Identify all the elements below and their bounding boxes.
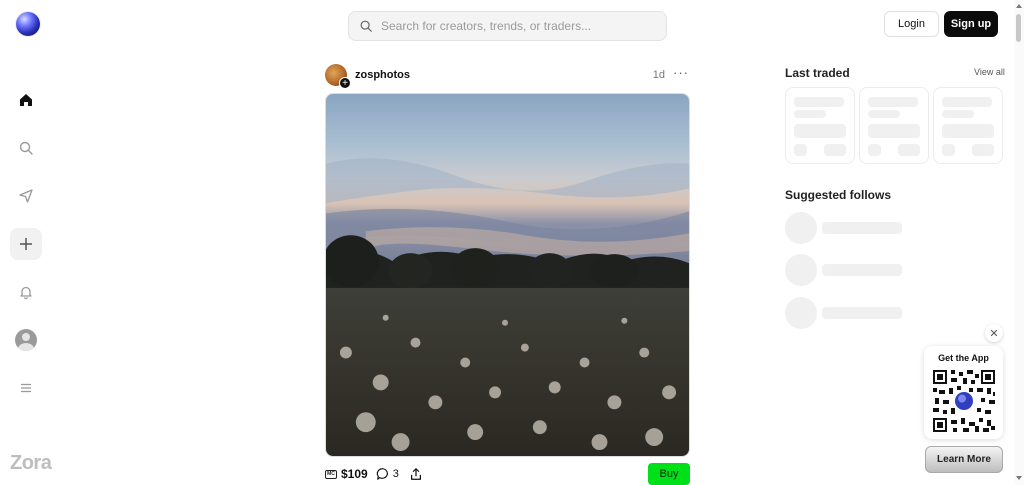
scroll-up-arrow-icon[interactable] (1016, 4, 1022, 8)
skeleton-line (942, 110, 974, 118)
search-icon (19, 141, 33, 155)
skeleton-line (794, 144, 807, 156)
login-button[interactable]: Login (884, 11, 939, 37)
skeleton-line (794, 97, 844, 107)
plus-icon (20, 238, 32, 250)
sunset-meadow-photo (326, 94, 689, 456)
skeleton-avatar (785, 212, 817, 244)
post-footer: MC $109 3 Buy (325, 463, 690, 485)
learn-more-button[interactable]: Learn More (925, 446, 1003, 473)
suggested-follow-row[interactable] (785, 254, 905, 286)
creator-avatar[interactable]: + (325, 64, 351, 89)
nav-messages[interactable] (10, 180, 42, 212)
skeleton-line (794, 110, 826, 118)
follow-plus-icon[interactable]: + (339, 77, 351, 89)
left-nav (10, 84, 44, 420)
last-traded-card[interactable] (785, 87, 855, 164)
nav-menu[interactable] (10, 372, 42, 404)
skeleton-line (942, 97, 992, 107)
suggested-follows-title: Suggested follows (785, 188, 892, 202)
brand-wordmark: Zora (10, 452, 52, 474)
nav-profile[interactable] (10, 324, 42, 356)
share-icon[interactable] (409, 467, 423, 481)
close-icon[interactable]: ✕ (985, 324, 1003, 342)
comment-count: 3 (392, 468, 399, 480)
get-app-card[interactable]: Get the App (924, 346, 1003, 439)
suggested-follow-row[interactable] (785, 212, 905, 244)
view-all-link[interactable]: View all (974, 67, 1005, 77)
search-icon (360, 20, 372, 32)
scroll-thumb[interactable] (1016, 14, 1021, 42)
skeleton-line (822, 307, 902, 319)
market-cap-icon: MC (325, 469, 337, 479)
scroll-down-arrow-icon[interactable] (1016, 476, 1022, 480)
skeleton-line (822, 222, 902, 234)
nav-notifications[interactable] (10, 276, 42, 308)
send-icon (19, 189, 33, 203)
nav-search[interactable] (10, 132, 42, 164)
skeleton-line (868, 124, 920, 138)
signup-button[interactable]: Sign up (944, 11, 998, 37)
creator-username[interactable]: zosphotos (355, 69, 410, 81)
bell-icon (20, 286, 32, 300)
skeleton-line (898, 144, 920, 156)
more-options-icon[interactable]: ··· (673, 66, 689, 82)
skeleton-line (822, 264, 902, 276)
suggested-follow-row[interactable] (785, 297, 905, 329)
post-image[interactable] (325, 93, 690, 457)
search-bar[interactable] (348, 11, 667, 41)
page-scrollbar[interactable] (1014, 0, 1024, 485)
nav-home[interactable] (10, 84, 42, 116)
skeleton-line (942, 124, 994, 138)
market-cap-value: $109 (341, 467, 368, 481)
zora-page: Zora Login Sign up + zosphotos 1d ··· (0, 0, 1024, 485)
get-app-title: Get the App (938, 353, 989, 363)
skeleton-line (972, 144, 994, 156)
zora-logo-icon[interactable] (16, 12, 40, 36)
buy-button[interactable]: Buy (648, 463, 690, 485)
skeleton-line (824, 144, 846, 156)
skeleton-line (868, 110, 900, 118)
comment-icon[interactable] (376, 467, 390, 481)
post-header: + zosphotos 1d ··· (325, 63, 689, 89)
nav-create[interactable] (10, 228, 42, 260)
last-traded-title: Last traded (785, 66, 850, 80)
skeleton-avatar (785, 254, 817, 286)
skeleton-line (868, 97, 918, 107)
last-traded-card[interactable] (859, 87, 929, 164)
skeleton-line (794, 124, 846, 138)
last-traded-card[interactable] (933, 87, 1003, 164)
skeleton-line (942, 144, 955, 156)
search-input[interactable] (381, 19, 651, 33)
home-icon (20, 94, 32, 106)
skeleton-avatar (785, 297, 817, 329)
profile-icon (15, 329, 37, 351)
post-timestamp: 1d (652, 69, 665, 81)
qr-code-icon (931, 368, 997, 434)
skeleton-line (868, 144, 881, 156)
menu-icon (21, 383, 31, 393)
